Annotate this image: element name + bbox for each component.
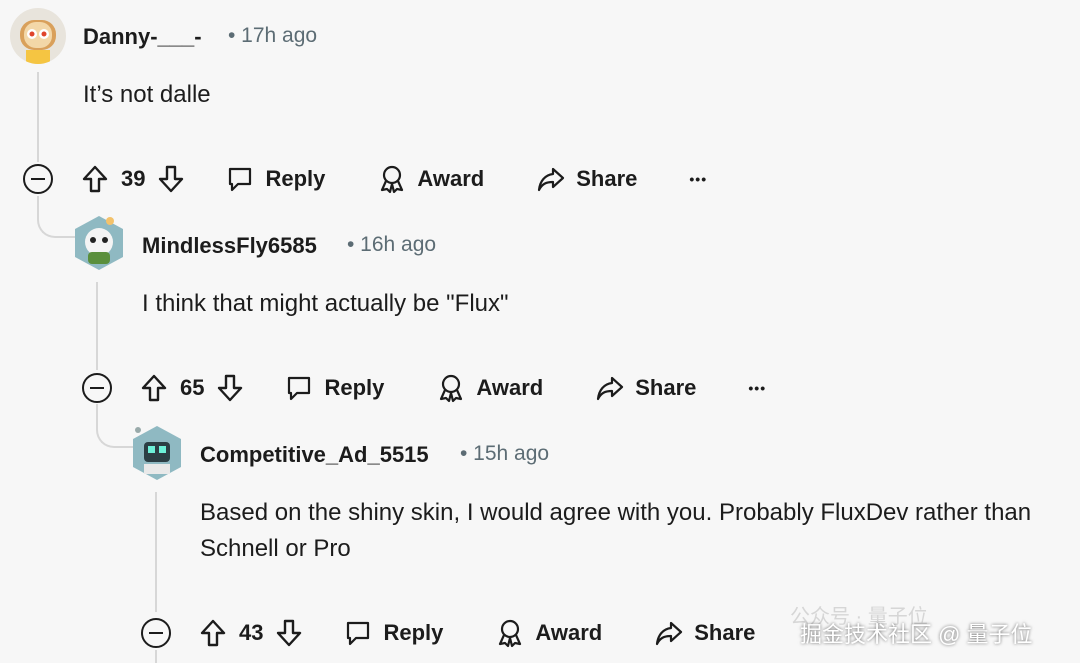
award-button[interactable]: Award — [377, 164, 484, 194]
vote-count: 39 — [121, 166, 146, 191]
award-label: Award — [535, 620, 603, 645]
award-button[interactable]: Award — [436, 373, 543, 403]
username[interactable]: Competitive_Ad_5515 — [200, 442, 429, 468]
timestamp: • 16h ago — [347, 233, 437, 256]
upvote-icon — [200, 619, 226, 647]
share-icon — [597, 376, 624, 401]
share-label: Share — [694, 620, 756, 645]
share-button[interactable]: Share — [536, 164, 637, 194]
thread-branch — [37, 200, 75, 238]
comment-icon — [229, 167, 252, 192]
comment-text: I think that might actually be "Flux" — [142, 290, 509, 317]
share-icon — [656, 621, 683, 646]
upvote-icon — [82, 165, 108, 193]
downvote-button[interactable] — [157, 164, 185, 194]
share-button[interactable]: Share — [654, 618, 755, 648]
collapse-button[interactable] — [141, 618, 171, 648]
downvote-button[interactable] — [275, 618, 303, 648]
comment-icon — [288, 376, 311, 401]
share-button[interactable]: Share — [595, 373, 696, 403]
award-label: Award — [417, 166, 485, 191]
reply-label: Reply — [324, 375, 385, 400]
comment-text: Based on the shiny skin, I would agree w… — [200, 499, 1032, 562]
downvote-button[interactable] — [216, 373, 244, 403]
thread-line — [155, 492, 157, 612]
reply-button[interactable]: Reply — [284, 373, 384, 403]
share-label: Share — [635, 375, 697, 400]
upvote-button[interactable] — [81, 164, 109, 194]
username[interactable]: Danny-___- — [83, 24, 202, 50]
downvote-icon — [277, 619, 302, 647]
upvote-button[interactable] — [199, 618, 227, 648]
minus-icon — [31, 178, 45, 180]
comment-actions: 39 Reply Award Share ••• — [23, 159, 707, 199]
minus-icon — [90, 387, 104, 389]
watermark-line-2: 掘金技术社区 @ 量子位 — [800, 622, 1033, 647]
thread-line — [37, 72, 39, 162]
reply-button[interactable]: Reply — [343, 618, 443, 648]
upvote-icon — [141, 374, 167, 402]
collapse-button[interactable] — [82, 373, 112, 403]
comment-actions: 43 Reply Award Share — [141, 613, 755, 653]
avatar[interactable] — [10, 8, 66, 64]
timestamp: • 15h ago — [460, 442, 550, 465]
vote-count: 65 — [180, 375, 205, 400]
timestamp: • 17h ago — [228, 24, 318, 47]
thread-line — [96, 282, 98, 370]
reply-label: Reply — [265, 166, 326, 191]
share-label: Share — [576, 166, 638, 191]
share-icon — [538, 167, 565, 192]
award-icon — [499, 619, 522, 648]
avatar[interactable] — [130, 422, 184, 482]
vote-count: 43 — [239, 620, 264, 645]
comment-text: It’s not dalle — [83, 81, 211, 108]
reply-button[interactable]: Reply — [225, 164, 325, 194]
more-options-button[interactable]: ••• — [689, 171, 707, 187]
thread-branch — [96, 410, 134, 448]
downvote-icon — [159, 165, 184, 193]
upvote-button[interactable] — [140, 373, 168, 403]
comment-actions: 65 Reply Award Share ••• — [82, 368, 766, 408]
collapse-button[interactable] — [23, 164, 53, 194]
award-label: Award — [476, 375, 544, 400]
more-options-button[interactable]: ••• — [748, 380, 766, 396]
reply-label: Reply — [383, 620, 444, 645]
award-icon — [381, 165, 404, 194]
minus-icon — [149, 632, 163, 634]
comment-icon — [347, 621, 370, 646]
downvote-icon — [218, 374, 243, 402]
award-icon — [440, 374, 463, 403]
award-button[interactable]: Award — [495, 618, 602, 648]
avatar[interactable] — [72, 214, 126, 272]
username[interactable]: MindlessFly6585 — [142, 233, 317, 259]
